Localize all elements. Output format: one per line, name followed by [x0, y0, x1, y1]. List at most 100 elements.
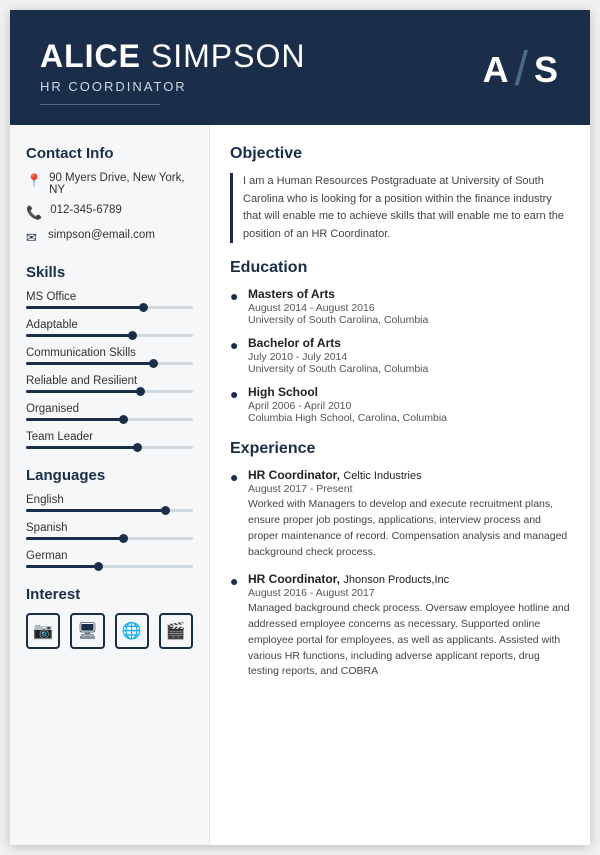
skill-bar-bg [26, 390, 193, 393]
skill-bar-thumb [133, 443, 142, 452]
interest-title: Interest [26, 586, 193, 603]
resume-container: ALICE SIMPSON HR COORDINATOR A / S Conta… [10, 10, 590, 845]
edu-content: Masters of Arts August 2014 - August 201… [248, 287, 428, 326]
exp-title: HR Coordinator, Jhonson Products,Inc [248, 572, 570, 586]
education-list: ● Masters of Arts August 2014 - August 2… [230, 287, 570, 424]
lang-label: Spanish [26, 522, 193, 534]
edu-dates: July 2010 - July 2014 [248, 351, 428, 363]
header-name: ALICE SIMPSON [40, 38, 305, 75]
education-item: ● Masters of Arts August 2014 - August 2… [230, 287, 570, 326]
header-title: HR COORDINATOR [40, 79, 305, 94]
skill-bar-fill [26, 418, 126, 421]
interest-icon: 🖥 [70, 613, 104, 649]
bullet: ● [230, 386, 240, 424]
contact-section: Contact Info 📍 90 Myers Drive, New York,… [26, 145, 193, 246]
skill-item: Adaptable [26, 319, 193, 337]
skill-label: Reliable and Resilient [26, 375, 193, 387]
interest-section: Interest 📷 🖥 🌐 🎬 [26, 586, 193, 649]
interest-icon: 📷 [26, 613, 60, 649]
exp-dates: August 2017 - Present [248, 483, 570, 495]
exp-title: HR Coordinator, Celtic Industries [248, 468, 570, 482]
edu-school: Columbia High School, Carolina, Columbia [248, 412, 447, 424]
skill-bar-bg [26, 418, 193, 421]
exp-dates: August 2016 - August 2017 [248, 587, 570, 599]
initials-s: S [534, 49, 560, 91]
experience-section: Experience ● HR Coordinator, Celtic Indu… [230, 440, 570, 680]
exp-desc: Worked with Managers to develop and exec… [248, 497, 570, 560]
skill-bar-thumb [136, 387, 145, 396]
skill-bar-fill [26, 390, 143, 393]
edu-content: Bachelor of Arts July 2010 - July 2014 U… [248, 336, 428, 375]
skill-bar-bg [26, 446, 193, 449]
first-name: ALICE [40, 38, 141, 74]
objective-title: Objective [230, 145, 570, 165]
bullet: ● [230, 337, 240, 375]
education-item: ● Bachelor of Arts July 2010 - July 2014… [230, 336, 570, 375]
skill-bar-bg [26, 362, 193, 365]
experience-item: ● HR Coordinator, Jhonson Products,Inc A… [230, 572, 570, 680]
contact-address: 📍 90 Myers Drive, New York, NY [26, 172, 193, 196]
lang-bar-thumb [161, 506, 170, 515]
languages-list: English Spanish German [26, 494, 193, 568]
skills-list: MS Office Adaptable Communication Skills… [26, 291, 193, 449]
contact-phone: 📞 012-345-6789 [26, 204, 193, 221]
lang-bar-fill [26, 537, 126, 540]
language-item: English [26, 494, 193, 512]
edu-dates: August 2014 - August 2016 [248, 302, 428, 314]
slash: / [515, 42, 530, 97]
skill-bar-fill [26, 362, 156, 365]
edu-degree: Bachelor of Arts [248, 336, 428, 350]
objective-text: I am a Human Resources Postgraduate at U… [230, 173, 570, 243]
lang-bar-bg [26, 509, 193, 512]
skills-title: Skills [26, 264, 193, 281]
edu-school: University of South Carolina, Columbia [248, 314, 428, 326]
header: ALICE SIMPSON HR COORDINATOR A / S [10, 10, 590, 125]
languages-title: Languages [26, 467, 193, 484]
skill-item: Organised [26, 403, 193, 421]
skill-bar-fill [26, 334, 135, 337]
skill-label: Team Leader [26, 431, 193, 443]
skill-bar-thumb [139, 303, 148, 312]
lang-bar-bg [26, 565, 193, 568]
education-item: ● High School April 2006 - April 2010 Co… [230, 385, 570, 424]
experience-list: ● HR Coordinator, Celtic Industries Augu… [230, 468, 570, 680]
skill-bar-thumb [149, 359, 158, 368]
bullet: ● [230, 573, 240, 680]
exp-company: Celtic Industries [343, 470, 421, 482]
phone-text: 012-345-6789 [50, 204, 122, 216]
language-item: Spanish [26, 522, 193, 540]
edu-school: University of South Carolina, Columbia [248, 363, 428, 375]
skill-bar-fill [26, 446, 140, 449]
exp-company: Jhonson Products,Inc [343, 574, 449, 586]
skill-bar-bg [26, 306, 193, 309]
bullet: ● [230, 469, 240, 560]
body: Contact Info 📍 90 Myers Drive, New York,… [10, 125, 590, 845]
language-item: German [26, 550, 193, 568]
main-content: Objective I am a Human Resources Postgra… [210, 125, 590, 845]
last-name: SIMPSON [141, 38, 305, 74]
skill-bar-thumb [128, 331, 137, 340]
edu-content: High School April 2006 - April 2010 Colu… [248, 385, 447, 424]
contact-email: ✉ simpson@email.com [26, 229, 193, 246]
email-text: simpson@email.com [48, 229, 155, 241]
edu-degree: Masters of Arts [248, 287, 428, 301]
skill-item: Team Leader [26, 431, 193, 449]
experience-title: Experience [230, 440, 570, 460]
skill-bar-thumb [119, 415, 128, 424]
edu-dates: April 2006 - April 2010 [248, 400, 447, 412]
contact-title: Contact Info [26, 145, 193, 162]
interest-icon: 🎬 [159, 613, 193, 649]
education-section: Education ● Masters of Arts August 2014 … [230, 259, 570, 424]
exp-content: HR Coordinator, Celtic Industries August… [248, 468, 570, 560]
skill-item: MS Office [26, 291, 193, 309]
email-icon: ✉ [26, 230, 40, 246]
lang-bar-fill [26, 509, 168, 512]
skill-item: Communication Skills [26, 347, 193, 365]
initials-a: A [483, 49, 511, 91]
lang-label: English [26, 494, 193, 506]
edu-degree: High School [248, 385, 447, 399]
skill-bar-fill [26, 306, 146, 309]
skill-label: Organised [26, 403, 193, 415]
interest-icon: 🌐 [115, 613, 149, 649]
skills-section: Skills MS Office Adaptable Communication… [26, 264, 193, 449]
